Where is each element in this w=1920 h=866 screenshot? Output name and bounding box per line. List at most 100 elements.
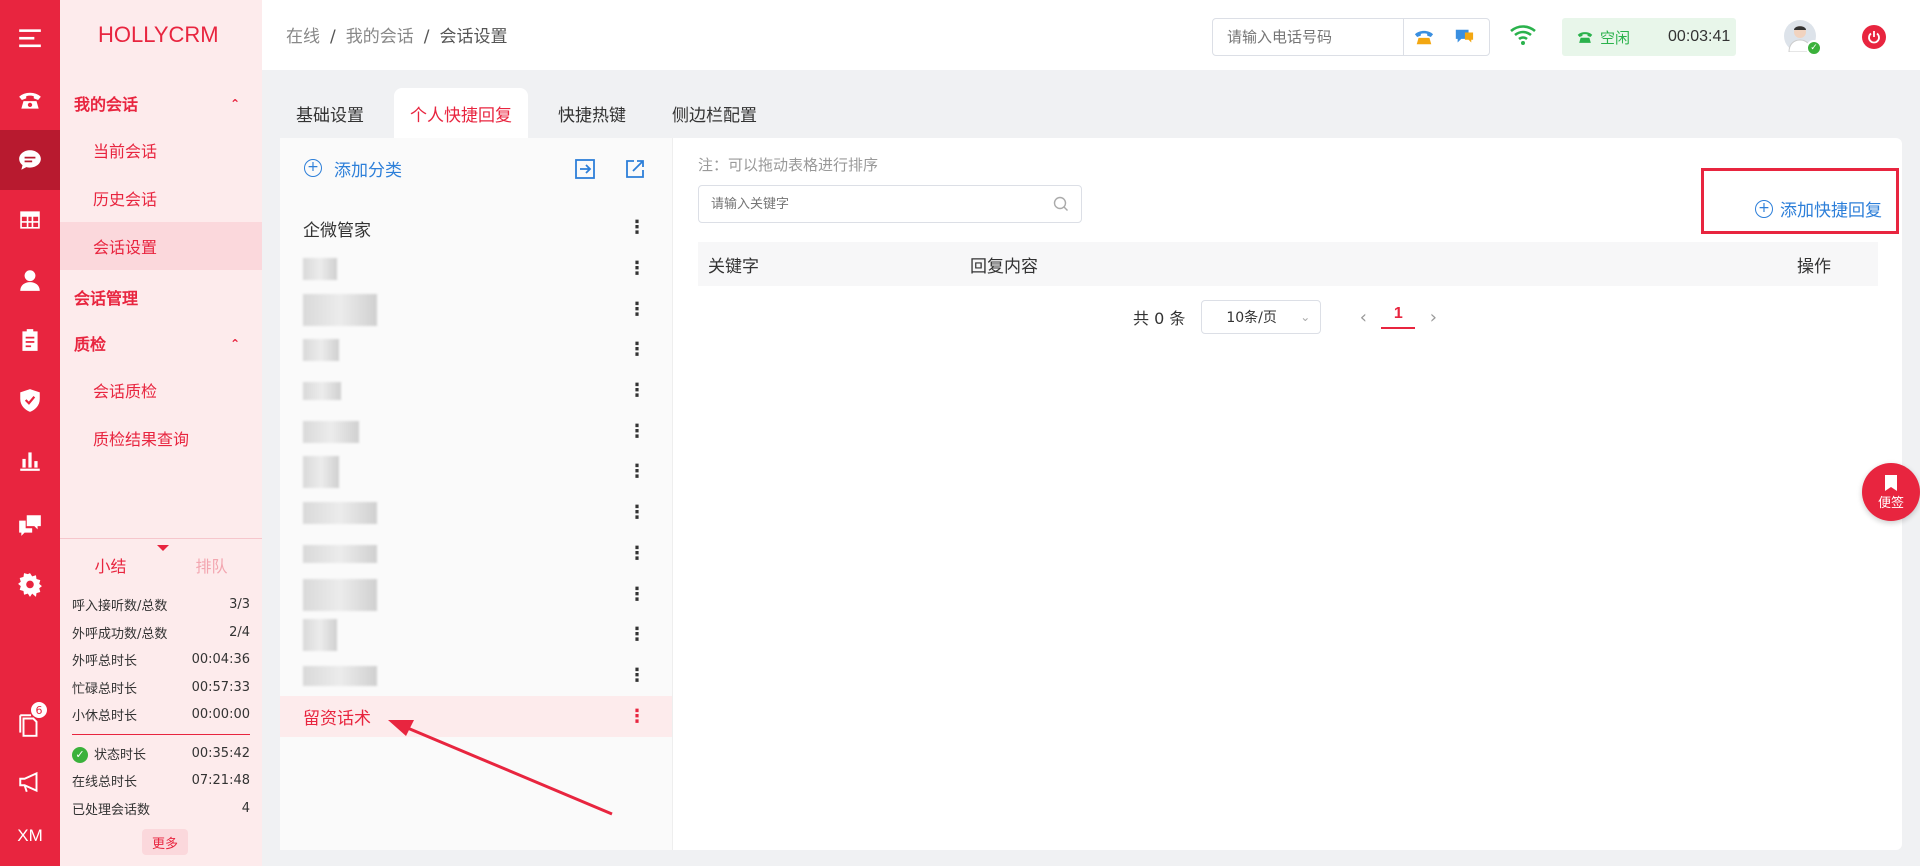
chevron-down-icon: ⌄	[1300, 310, 1311, 324]
category-item[interactable]: ⋮	[280, 289, 672, 330]
category-item[interactable]: ⋮	[280, 534, 672, 575]
app-logo: HOLLYCRM	[98, 22, 219, 47]
message-bubble-icon[interactable]	[1444, 19, 1484, 55]
category-item[interactable]: 企微管家 ⋮	[280, 208, 672, 249]
megaphone-icon[interactable]	[0, 752, 60, 812]
more-vertical-icon[interactable]: ⋮	[628, 300, 646, 319]
next-page-icon[interactable]: ›	[1421, 307, 1445, 328]
settings-gear-icon[interactable]	[0, 555, 60, 615]
column-action: 操作	[1797, 256, 1831, 277]
dial-phone-icon[interactable]	[1404, 19, 1444, 55]
annotation-arrow	[388, 720, 613, 816]
more-vertical-icon[interactable]: ⋮	[628, 341, 646, 359]
summary-row: ✓ 状态时长 00:35:42	[60, 740, 262, 768]
more-vertical-icon[interactable]: ⋮	[628, 219, 646, 237]
grid-icon[interactable]	[0, 190, 60, 250]
notification-doc-icon[interactable]: 6	[0, 695, 60, 755]
nav-item-current-session[interactable]: 当前会话	[60, 126, 262, 174]
clipboard-icon[interactable]	[0, 310, 60, 370]
summary-row: 外呼总时长 00:04:36	[72, 652, 250, 670]
tab-summary[interactable]: 小结	[60, 553, 161, 577]
notification-badge: 6	[30, 701, 48, 719]
bookmark-icon	[1885, 474, 1897, 491]
more-vertical-icon[interactable]: ⋮	[628, 463, 646, 481]
prev-page-icon[interactable]: ‹	[1351, 307, 1375, 328]
agent-status[interactable]: 空闲 00:03:41	[1562, 18, 1736, 56]
category-item[interactable]: ⋮	[280, 371, 672, 412]
icon-rail: 6 XM	[0, 0, 60, 866]
highlight-box: + 添加快捷回复	[1701, 168, 1899, 234]
phone-number-input[interactable]	[1213, 19, 1403, 55]
tab-personal-quick-reply[interactable]: 个人快捷回复	[394, 88, 528, 138]
nav-item-history-session[interactable]: 历史会话	[60, 174, 262, 222]
chat-icon[interactable]	[0, 130, 60, 190]
side-nav: HOLLYCRM 我的会话 ⌄ 当前会话 历史会话 会话设置 会话管理 质检 ⌄ 会…	[60, 0, 262, 866]
summary-row: 忙碌总时长 00:57:33	[72, 679, 250, 697]
category-item[interactable]: ⋮	[280, 615, 672, 656]
breadcrumb-current: 会话设置	[439, 27, 508, 47]
power-icon[interactable]	[1862, 25, 1886, 49]
tab-sidebar-config[interactable]: 侧边栏配置	[656, 88, 773, 138]
more-vertical-icon[interactable]: ⋮	[628, 260, 646, 278]
total-count: 共 0 条	[1133, 309, 1186, 328]
sticky-note-button[interactable]: 便签	[1862, 463, 1920, 521]
summary-row: 外呼成功数/总数 2/4	[72, 624, 250, 642]
breadcrumb-item[interactable]: 在线	[286, 27, 320, 47]
add-quick-reply-button[interactable]: + 添加快捷回复	[1755, 196, 1882, 221]
nav-group-session-management[interactable]: 会话管理	[60, 274, 262, 320]
plus-circle-icon: +	[304, 159, 322, 177]
nav-item-session-quality[interactable]: 会话质检	[60, 366, 262, 414]
shield-icon[interactable]	[0, 370, 60, 430]
nav-group-quality[interactable]: 质检 ⌄	[60, 320, 262, 366]
check-circle-icon: ✓	[72, 747, 88, 763]
user-icon[interactable]	[0, 250, 60, 310]
more-vertical-icon[interactable]: ⋮	[628, 544, 646, 563]
column-keyword: 关键字	[708, 256, 759, 277]
more-vertical-icon[interactable]: ⋮	[628, 382, 646, 400]
chevron-up-icon: ⌄	[229, 96, 240, 110]
category-item[interactable]: ⋮	[280, 574, 672, 615]
import-icon[interactable]	[574, 158, 596, 180]
summary-row: 在线总时长 07:21:48	[72, 773, 250, 791]
summary-row: 小休总时长 00:00:00	[72, 707, 250, 725]
messages-icon[interactable]	[0, 495, 60, 555]
caret-down-icon	[157, 545, 169, 551]
user-initials[interactable]: XM	[0, 806, 60, 866]
category-item[interactable]: ⋮	[280, 452, 672, 493]
avatar[interactable]: ✓	[1784, 20, 1822, 56]
phone-icon[interactable]	[0, 70, 60, 130]
top-header: 在线/我的会话/会话设置 空闲 00:03:41 ✓	[262, 0, 1920, 70]
category-item[interactable]: ⋮	[280, 330, 672, 371]
category-item[interactable]: ⋮	[280, 249, 672, 290]
breadcrumb: 在线 / 我的会话 / 会话设置	[286, 27, 508, 47]
tab-basic-settings[interactable]: 基础设置	[280, 88, 380, 138]
more-vertical-icon[interactable]: ⋮	[628, 707, 646, 726]
add-category-button[interactable]: + 添加分类	[304, 156, 402, 181]
settings-tabs: 基础设置 个人快捷回复 快捷热键 侧边栏配置	[280, 88, 787, 138]
menu-icon[interactable]	[0, 8, 60, 68]
breadcrumb-item[interactable]: 我的会话	[346, 27, 414, 47]
tab-hotkeys[interactable]: 快捷热键	[542, 88, 642, 138]
category-item[interactable]: ⋮	[280, 411, 672, 452]
search-icon[interactable]	[1041, 196, 1081, 212]
more-vertical-icon[interactable]: ⋮	[628, 504, 646, 522]
nav-item-session-settings[interactable]: 会话设置	[60, 222, 262, 270]
nav-item-quality-results[interactable]: 质检结果查询	[60, 414, 262, 462]
nav-group-my-sessions[interactable]: 我的会话 ⌄	[60, 80, 262, 126]
more-button[interactable]: 更多	[142, 829, 188, 855]
page-size-select[interactable]: 10条/页 ⌄	[1201, 300, 1322, 334]
category-item[interactable]: ⋮	[280, 493, 672, 534]
category-item[interactable]: ⋮	[280, 656, 672, 697]
export-icon[interactable]	[624, 158, 646, 180]
divider	[72, 733, 250, 735]
summary-row: 呼入接听数/总数 3/3	[72, 597, 250, 615]
bar-chart-icon[interactable]	[0, 430, 60, 490]
more-vertical-icon[interactable]: ⋮	[628, 626, 646, 644]
current-page[interactable]: 1	[1381, 305, 1416, 329]
keyword-search-input[interactable]	[699, 186, 1041, 222]
more-vertical-icon[interactable]: ⋮	[628, 666, 646, 685]
more-vertical-icon[interactable]: ⋮	[628, 422, 646, 441]
more-vertical-icon[interactable]: ⋮	[628, 585, 646, 604]
table-header: 关键字 回复内容 操作	[698, 242, 1878, 286]
tab-queue[interactable]: 排队	[161, 553, 262, 577]
